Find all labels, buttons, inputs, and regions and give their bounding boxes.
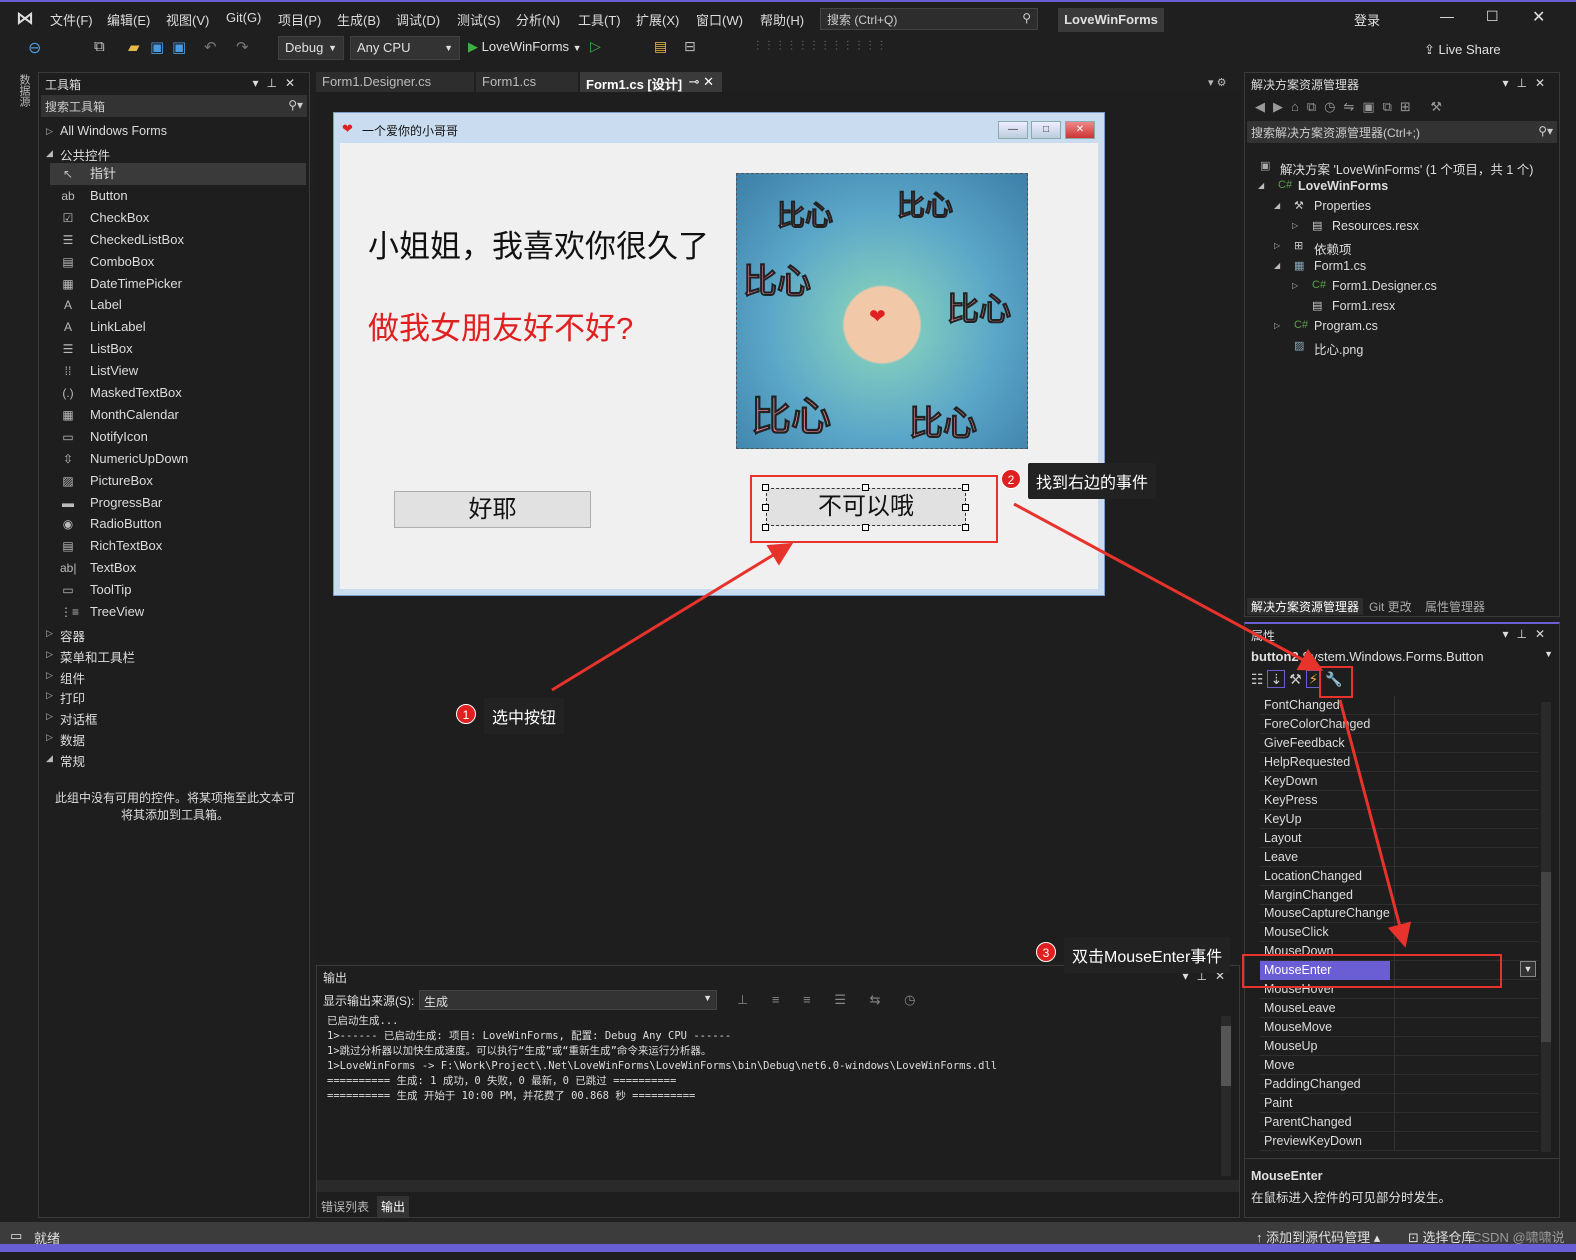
annotation-arrows (551, 502, 1411, 948)
annotation-number-3: 3 (1036, 942, 1056, 962)
annotation-label-3: 双击MouseEnter事件 (1064, 937, 1231, 973)
arrow-3 (1338, 699, 1411, 948)
arrow-2 (1013, 502, 1324, 671)
annotation-number-1: 1 (456, 704, 476, 724)
annotation-label-2: 找到右边的事件 (1028, 463, 1157, 499)
annotation-label-1: 选中按钮 (484, 698, 565, 734)
annotation-number-2: 2 (1001, 469, 1021, 489)
arrow-1 (551, 542, 794, 692)
